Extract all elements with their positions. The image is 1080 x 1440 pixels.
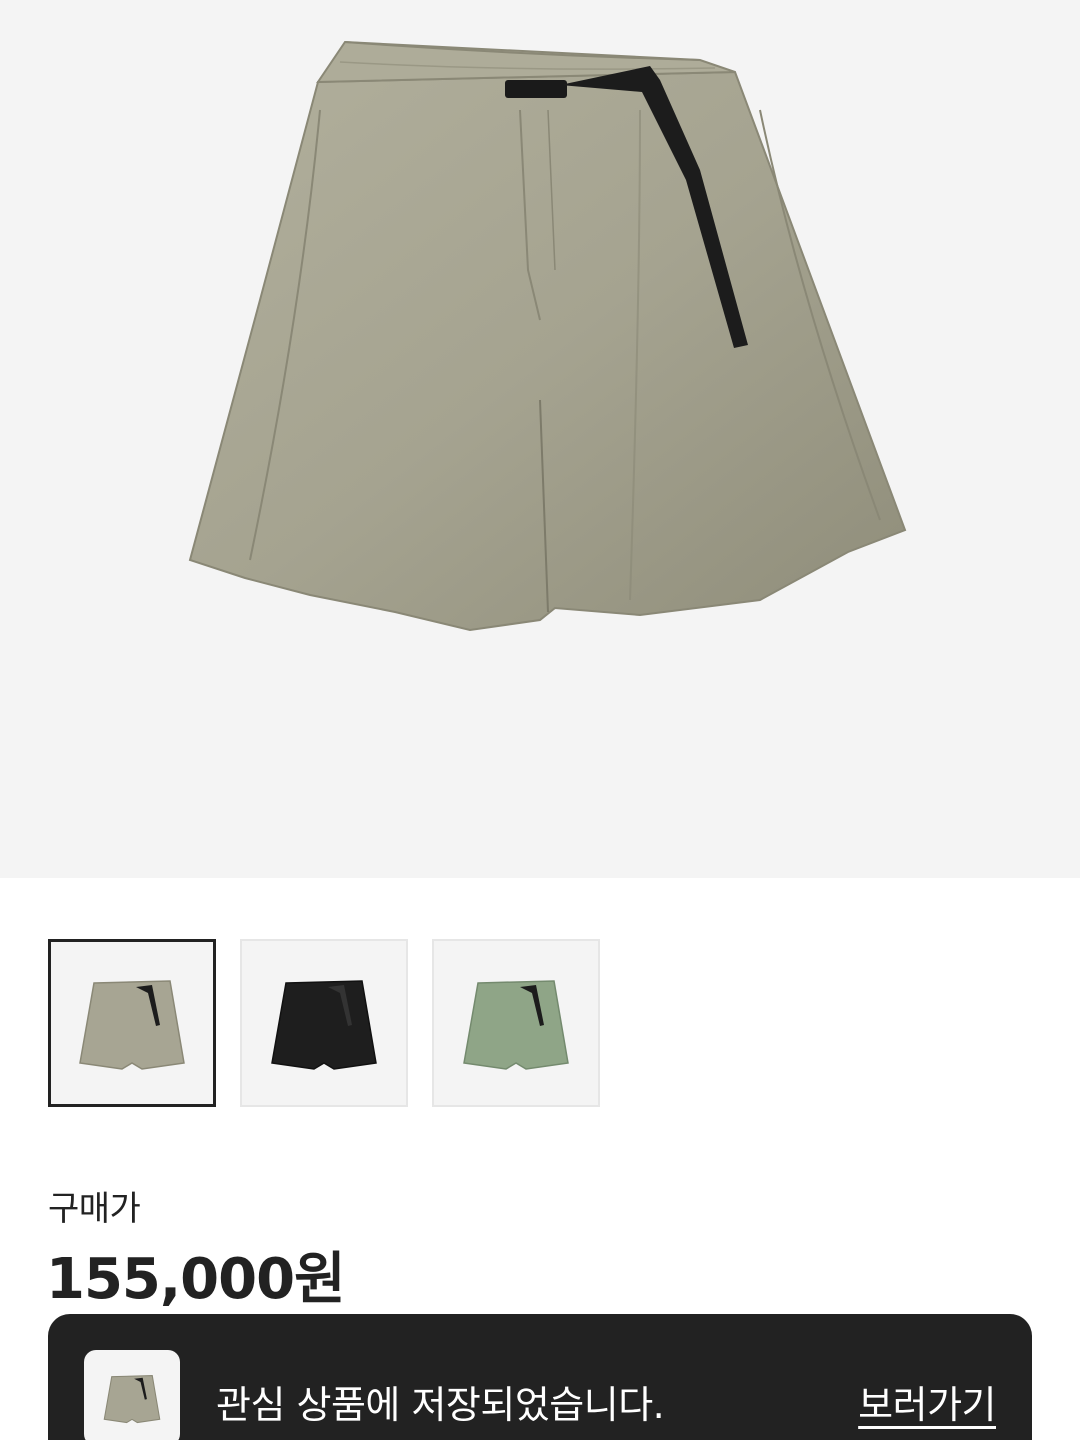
price-label: 구매가 <box>48 1189 141 1229</box>
thumbnail-green[interactable] <box>432 939 600 1107</box>
shorts-beige-thumb <box>79 980 185 1070</box>
thumbnail-black[interactable] <box>240 939 408 1107</box>
shorts-green-thumb <box>463 980 569 1070</box>
shorts-black-thumb <box>271 980 377 1070</box>
view-wishlist-link[interactable]: 보러가기 <box>858 1374 996 1429</box>
product-page: 구매가 155,000원 관심 상품에 저장되었습니다. 보러가기 <box>0 0 1080 1440</box>
price-value: 155,000원 <box>46 1247 346 1312</box>
toast-product-thumbnail <box>84 1350 180 1440</box>
product-main-image[interactable] <box>0 0 1080 878</box>
color-thumbnails <box>48 939 600 1107</box>
shorts-main-illustration <box>188 40 907 632</box>
thumbnail-beige[interactable] <box>48 939 216 1107</box>
wishlist-toast: 관심 상품에 저장되었습니다. 보러가기 <box>48 1314 1032 1440</box>
toast-message: 관심 상품에 저장되었습니다. <box>216 1383 665 1427</box>
shorts-beige-mini <box>103 1375 161 1424</box>
